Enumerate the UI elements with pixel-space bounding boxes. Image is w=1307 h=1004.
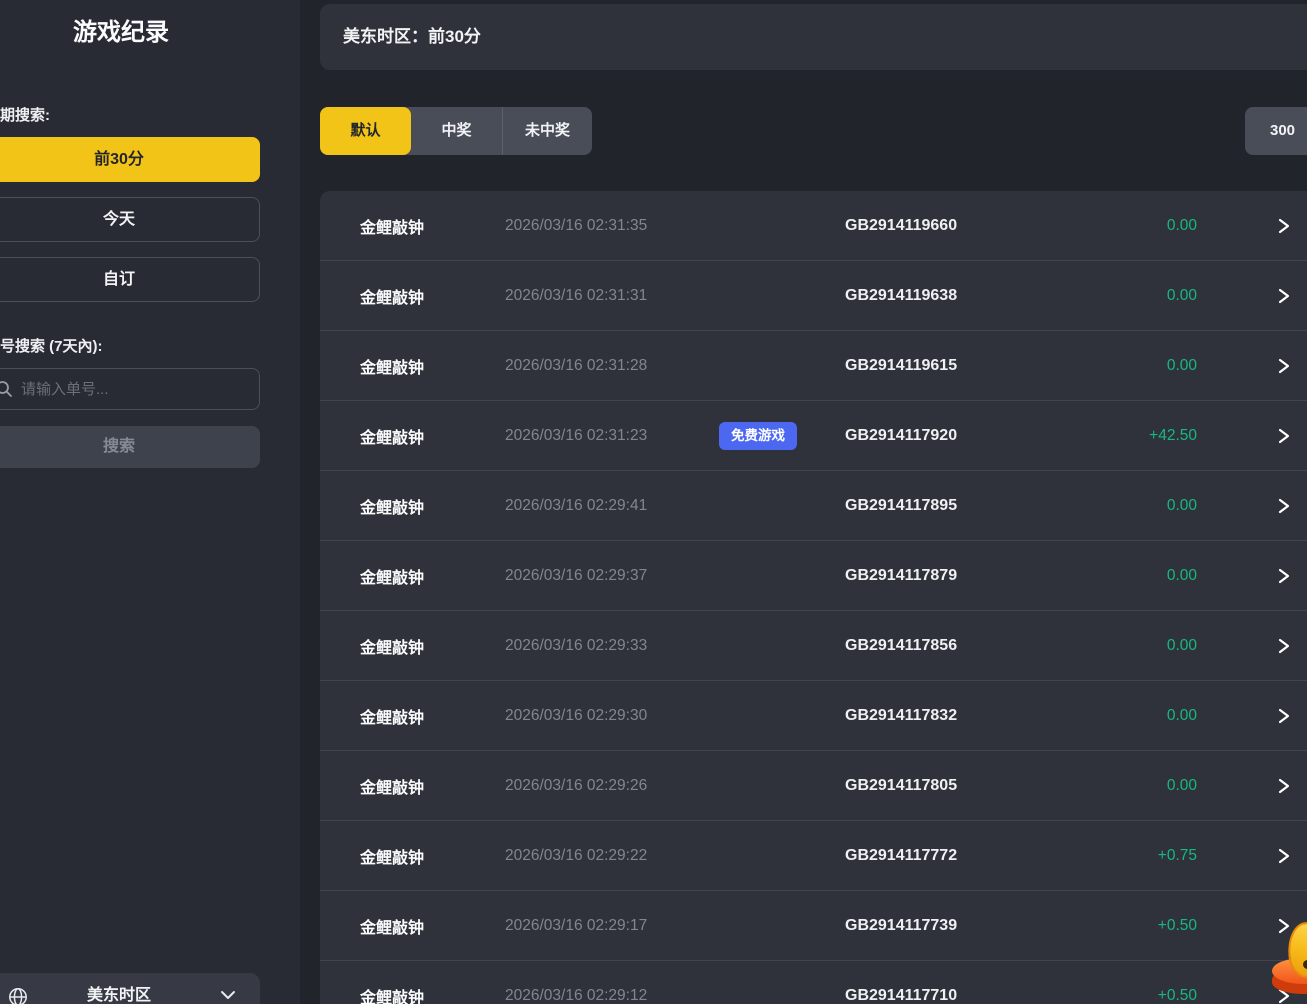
game-name: 金鲤敲钟 — [360, 634, 424, 658]
order-id: GB2914117832 — [845, 707, 957, 725]
win-amount: 0.00 — [1020, 567, 1197, 585]
record-time: 2026/03/16 02:29:33 — [505, 637, 647, 655]
game-name: 金鲤敲钟 — [360, 214, 424, 238]
win-amount: 0.00 — [1020, 217, 1197, 235]
game-name: 金鲤敲钟 — [360, 424, 424, 448]
chevron-right-icon[interactable] — [1277, 637, 1291, 655]
order-id: GB2914117920 — [845, 427, 957, 445]
chevron-down-icon — [220, 989, 236, 1001]
win-amount: 0.00 — [1020, 707, 1197, 725]
date-search-label: 期搜索: — [0, 104, 50, 125]
chevron-right-icon[interactable] — [1277, 847, 1291, 865]
free-game-badge: 免费游戏 — [719, 422, 797, 450]
order-id: GB2914117739 — [845, 917, 957, 935]
win-amount: 0.00 — [1020, 777, 1197, 795]
win-amount: 0.00 — [1020, 357, 1197, 375]
tab-no-win[interactable]: 未中奖 — [502, 107, 592, 155]
win-amount: 0.00 — [1020, 497, 1197, 515]
record-time: 2026/03/16 02:29:12 — [505, 987, 647, 1004]
record-row[interactable]: 金鲤敲钟 2026/03/16 02:29:30 GB2914117832 0.… — [320, 681, 1307, 751]
chevron-right-icon[interactable] — [1277, 217, 1291, 235]
record-row[interactable]: 金鲤敲钟 2026/03/16 02:29:22 GB2914117772 +0… — [320, 821, 1307, 891]
win-amount: +0.50 — [1020, 987, 1197, 1004]
search-icon — [0, 380, 13, 398]
record-time: 2026/03/16 02:29:17 — [505, 917, 647, 935]
win-amount: +0.50 — [1020, 917, 1197, 935]
chevron-right-icon[interactable] — [1277, 287, 1291, 305]
record-time: 2026/03/16 02:29:37 — [505, 567, 647, 585]
mascot-dot — [1303, 960, 1307, 969]
timezone-info-bar: 美东时区：前30分 — [320, 4, 1307, 70]
game-name: 金鲤敲钟 — [360, 354, 424, 378]
order-id: GB2914119638 — [845, 287, 957, 305]
record-row[interactable]: 金鲤敲钟 2026/03/16 02:31:28 GB2914119615 0.… — [320, 331, 1307, 401]
game-name: 金鲤敲钟 — [360, 494, 424, 518]
game-name: 金鲤敲钟 — [360, 984, 424, 1004]
win-amount: 0.00 — [1020, 287, 1197, 305]
record-time: 2026/03/16 02:29:22 — [505, 847, 647, 865]
chevron-right-icon[interactable] — [1277, 427, 1291, 445]
record-row[interactable]: 金鲤敲钟 2026/03/16 02:29:33 GB2914117856 0.… — [320, 611, 1307, 681]
record-row[interactable]: 金鲤敲钟 2026/03/16 02:29:41 GB2914117895 0.… — [320, 471, 1307, 541]
chevron-right-icon[interactable] — [1277, 497, 1291, 515]
order-id: GB2914119660 — [845, 217, 957, 235]
record-row[interactable]: 金鲤敲钟 2026/03/16 02:29:12 GB2914117710 +0… — [320, 961, 1307, 1004]
records-list: 金鲤敲钟 2026/03/16 02:31:35 GB2914119660 0.… — [320, 191, 1307, 1004]
order-search-input[interactable] — [0, 369, 259, 409]
timezone-selector[interactable]: 美东时区 — [0, 973, 260, 1004]
game-name: 金鲤敲钟 — [360, 914, 424, 938]
record-row[interactable]: 金鲤敲钟 2026/03/16 02:31:23 免费游戏 GB29141179… — [320, 401, 1307, 471]
order-id: GB2914119615 — [845, 357, 957, 375]
search-button[interactable]: 搜索 — [0, 426, 260, 468]
record-row[interactable]: 金鲤敲钟 2026/03/16 02:29:17 GB2914117739 +0… — [320, 891, 1307, 961]
chevron-right-icon[interactable] — [1277, 777, 1291, 795]
sidebar: 游戏纪录 期搜索: 前30分 今天 自订 号搜索 (7天內): 搜索 美东时区 — [0, 0, 300, 1004]
tab-win[interactable]: 中奖 — [411, 107, 502, 155]
mascot-floating-widget[interactable] — [1270, 922, 1307, 1004]
result-filter-tabs: 默认 中奖 未中奖 — [320, 107, 592, 155]
win-amount: +42.50 — [1020, 427, 1197, 445]
tab-default[interactable]: 默认 — [320, 107, 411, 155]
order-id: GB2914117895 — [845, 497, 957, 515]
range-button-today[interactable]: 今天 — [0, 197, 260, 242]
record-time: 2026/03/16 02:31:23 — [505, 427, 647, 445]
order-search-label: 号搜索 (7天內): — [0, 335, 103, 356]
chevron-right-icon[interactable] — [1277, 357, 1291, 375]
order-search-field — [0, 368, 260, 410]
order-id: GB2914117856 — [845, 637, 957, 655]
record-row[interactable]: 金鲤敲钟 2026/03/16 02:29:37 GB2914117879 0.… — [320, 541, 1307, 611]
game-name: 金鲤敲钟 — [360, 774, 424, 798]
order-id: GB2914117879 — [845, 567, 957, 585]
record-time: 2026/03/16 02:31:28 — [505, 357, 647, 375]
page-size-button[interactable]: 300 — [1245, 107, 1307, 155]
game-name: 金鲤敲钟 — [360, 704, 424, 728]
order-id: GB2914117772 — [845, 847, 957, 865]
record-time: 2026/03/16 02:29:41 — [505, 497, 647, 515]
chevron-right-icon[interactable] — [1277, 567, 1291, 585]
range-button-custom[interactable]: 自订 — [0, 257, 260, 302]
game-name: 金鲤敲钟 — [360, 844, 424, 868]
win-amount: +0.75 — [1020, 847, 1197, 865]
page-title: 游戏纪录 — [0, 12, 242, 47]
game-name: 金鲤敲钟 — [360, 564, 424, 588]
chevron-right-icon[interactable] — [1277, 707, 1291, 725]
record-row[interactable]: 金鲤敲钟 2026/03/16 02:29:26 GB2914117805 0.… — [320, 751, 1307, 821]
timezone-info-text: 美东时区：前30分 — [343, 4, 481, 70]
record-row[interactable]: 金鲤敲钟 2026/03/16 02:31:31 GB2914119638 0.… — [320, 261, 1307, 331]
order-id: GB2914117710 — [845, 987, 957, 1004]
record-row[interactable]: 金鲤敲钟 2026/03/16 02:31:35 GB2914119660 0.… — [320, 191, 1307, 261]
range-button-last30min[interactable]: 前30分 — [0, 137, 260, 182]
record-time: 2026/03/16 02:31:31 — [505, 287, 647, 305]
record-time: 2026/03/16 02:31:35 — [505, 217, 647, 235]
game-name: 金鲤敲钟 — [360, 284, 424, 308]
record-time: 2026/03/16 02:29:26 — [505, 777, 647, 795]
win-amount: 0.00 — [1020, 637, 1197, 655]
record-time: 2026/03/16 02:29:30 — [505, 707, 647, 725]
order-id: GB2914117805 — [845, 777, 957, 795]
